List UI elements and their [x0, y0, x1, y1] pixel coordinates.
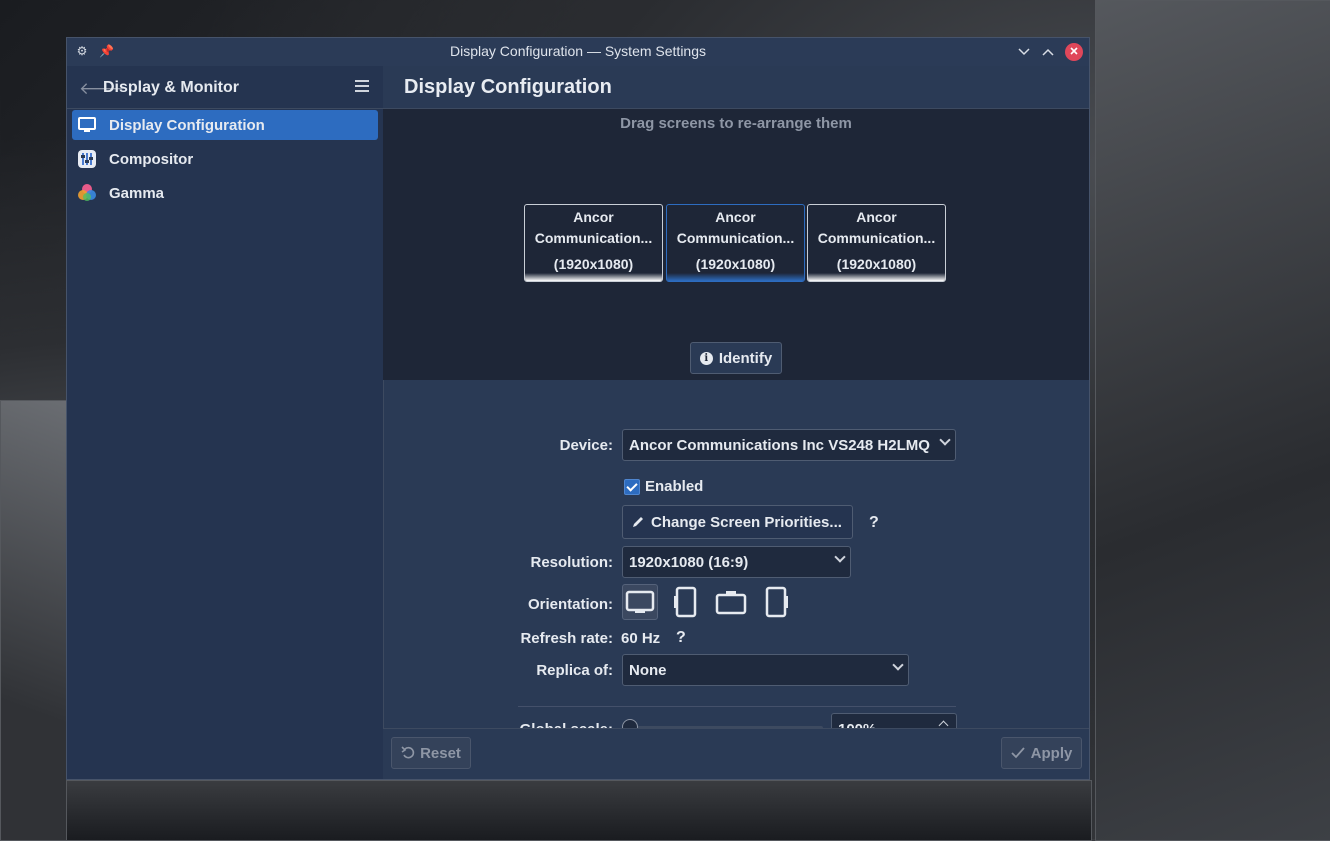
screen-name-line2: Communication... [534, 230, 653, 246]
portrait-left-icon [674, 586, 697, 618]
screen-name-line2: Communication... [676, 230, 795, 246]
priorities-help-icon[interactable]: ? [869, 514, 879, 532]
checkmark-icon [1011, 747, 1025, 759]
sidebar-title: Display & Monitor [103, 79, 240, 96]
replica-select[interactable]: None [622, 654, 909, 686]
replica-value: None [629, 661, 667, 679]
device-select[interactable]: Ancor Communications Inc VS248 H2LMQ [622, 429, 956, 461]
orientation-landscape-button[interactable] [622, 584, 658, 620]
sidebar-item-compositor[interactable]: Compositor [72, 144, 378, 174]
sidebar-item-display-configuration[interactable]: Display Configuration [72, 110, 378, 140]
screen-name-line1: Ancor [856, 209, 897, 225]
refresh-rate-help-icon[interactable]: ? [676, 629, 686, 647]
resolution-select[interactable]: 1920x1080 (16:9) [622, 546, 851, 578]
sidebar-item-label: Display Configuration [109, 116, 265, 134]
compositor-icon [77, 149, 97, 169]
maximize-button[interactable] [1039, 43, 1057, 61]
inverted-landscape-icon [715, 591, 747, 615]
wallpaper-hull-bottom [66, 780, 1092, 841]
sidebar-item-label: Compositor [109, 150, 194, 168]
device-label: Device: [559, 437, 613, 454]
screen-resolution: (1920x1080) [836, 256, 917, 272]
divider [518, 706, 956, 707]
apply-button[interactable]: Apply [1001, 737, 1082, 769]
settings-window: ⚙ 📌 Display Configuration — System Setti… [66, 37, 1090, 780]
enabled-label: Enabled [645, 478, 704, 495]
wallpaper-hull-right [1095, 0, 1330, 841]
orientation-portrait-right-button[interactable] [759, 584, 795, 620]
sidebar-item-gamma[interactable]: Gamma [72, 178, 378, 208]
chevron-down-icon [892, 659, 904, 671]
refresh-rate-value: 60 Hz [621, 630, 661, 647]
refresh-rate-label: Refresh rate: [520, 630, 613, 647]
screen-tile-3[interactable]: Ancor Communication... (1920x1080) [807, 204, 946, 282]
screen-name-line1: Ancor [715, 209, 756, 225]
identify-label: Identify [718, 349, 773, 367]
main-panel: Display Configuration Drag screens to re… [383, 66, 1089, 779]
reset-button[interactable]: Reset [391, 737, 471, 769]
resolution-value: 1920x1080 (16:9) [629, 553, 749, 571]
enabled-checkbox[interactable] [624, 479, 640, 495]
minimize-button[interactable] [1015, 43, 1033, 61]
resolution-label: Resolution: [530, 554, 614, 571]
close-button[interactable] [1065, 43, 1083, 61]
portrait-right-icon [765, 586, 788, 618]
main-header: Display Configuration [383, 66, 1089, 109]
close-icon [1070, 47, 1078, 55]
chevron-down-icon [939, 434, 951, 446]
screen-name-line2: Communication... [817, 230, 936, 246]
identify-button[interactable]: i Identify [690, 342, 782, 374]
undo-icon [401, 746, 415, 759]
sidebar-item-label: Gamma [109, 184, 165, 202]
window-title: Display Configuration — System Settings [450, 43, 706, 59]
wallpaper-hull-left [0, 400, 68, 841]
chevron-up-icon [1042, 48, 1054, 56]
chevron-down-icon [1018, 48, 1030, 56]
title-bar[interactable]: ⚙ 📌 Display Configuration — System Setti… [67, 38, 1089, 66]
priorities-label: Change Screen Priorities... [651, 513, 842, 531]
gamma-icon [77, 183, 97, 203]
screen-resolution: (1920x1080) [553, 256, 634, 272]
screen-name-line1: Ancor [573, 209, 614, 225]
orientation-portrait-left-button[interactable] [667, 584, 703, 620]
monitor-icon [77, 115, 97, 135]
page-title: Display Configuration [404, 76, 612, 98]
reset-label: Reset [420, 744, 461, 762]
landscape-icon [625, 590, 655, 613]
drag-hint: Drag screens to re-arrange them [620, 115, 852, 132]
screen-tile-1[interactable]: Ancor Communication... (1920x1080) [524, 204, 663, 282]
sidebar: 🡐 Display & Monitor Display Configuratio… [67, 66, 384, 779]
change-screen-priorities-button[interactable]: Change Screen Priorities... [622, 505, 853, 539]
screen-tile-2[interactable]: Ancor Communication... (1920x1080) [666, 204, 805, 282]
sidebar-header: 🡐 Display & Monitor [67, 66, 383, 109]
footer-bar: Reset Apply [383, 728, 1089, 779]
replica-label: Replica of: [536, 662, 613, 679]
orientation-label: Orientation: [528, 596, 613, 613]
screen-resolution: (1920x1080) [695, 256, 776, 272]
info-icon: i [699, 351, 713, 365]
screen-arrangement-area[interactable]: Drag screens to re-arrange them Ancor Co… [383, 109, 1089, 380]
hamburger-menu-icon[interactable] [355, 80, 369, 92]
orientation-inverted-button[interactable] [713, 584, 749, 620]
device-value: Ancor Communications Inc VS248 H2LMQ [629, 436, 930, 454]
pencil-icon [633, 517, 643, 527]
chevron-down-icon [834, 551, 846, 563]
apply-label: Apply [1030, 744, 1073, 762]
